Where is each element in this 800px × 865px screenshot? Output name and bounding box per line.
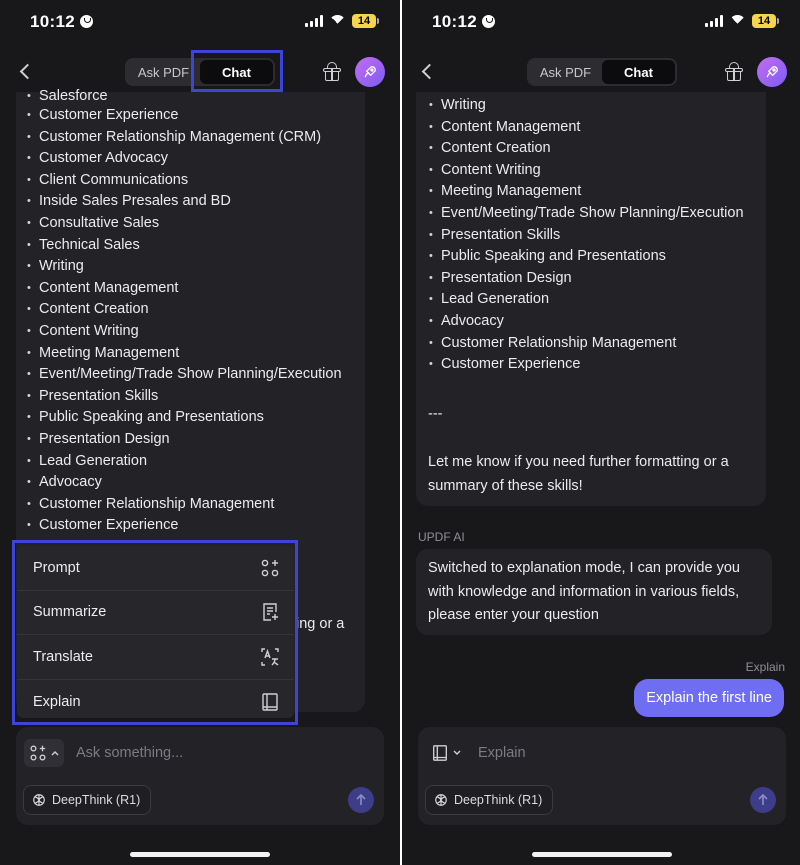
list-item: Presentation Design bbox=[27, 429, 364, 451]
gift-icon[interactable] bbox=[322, 62, 342, 82]
mode-selector-button[interactable] bbox=[24, 739, 64, 767]
brain-icon bbox=[33, 794, 45, 806]
arrow-up-icon bbox=[758, 794, 768, 805]
ai-sender-label: UPDF AI bbox=[418, 530, 465, 544]
rocket-icon[interactable] bbox=[757, 57, 787, 87]
list-item: Lead Generation bbox=[429, 289, 744, 311]
battery-icon: 14 bbox=[352, 14, 379, 28]
deepthink-button[interactable]: DeepThink (R1) bbox=[23, 785, 152, 815]
list-item: Content Management bbox=[429, 117, 744, 139]
closing-message: Let me know if you need further formatti… bbox=[428, 454, 729, 494]
list-item: Salesforce bbox=[27, 87, 364, 105]
book-icon bbox=[433, 745, 447, 761]
rocket-icon[interactable] bbox=[355, 57, 385, 87]
deepthink-label: DeepThink (R1) bbox=[454, 793, 543, 807]
home-indicator bbox=[532, 852, 672, 857]
send-button[interactable] bbox=[750, 787, 776, 813]
user-message-bubble: Explain the first line bbox=[634, 679, 784, 717]
chevron-down-icon bbox=[453, 750, 461, 755]
deepthink-label: DeepThink (R1) bbox=[52, 793, 141, 807]
deepthink-button[interactable]: DeepThink (R1) bbox=[425, 785, 554, 815]
phone-screen-left: 10:12 14 Ask PDF Chat ing or a Salesforc… bbox=[0, 0, 400, 865]
brain-icon bbox=[435, 794, 447, 806]
nav-bar: Ask PDF Chat bbox=[402, 52, 800, 92]
home-indicator bbox=[130, 852, 270, 857]
tab-chat[interactable]: Chat bbox=[602, 60, 675, 84]
ai-message-text: Switched to explanation mode, I can prov… bbox=[428, 560, 740, 623]
list-item: Customer Experience bbox=[27, 105, 364, 127]
list-item: Content Writing bbox=[27, 321, 364, 343]
chat-input-bar: Ask something... DeepThink (R1) bbox=[16, 727, 384, 825]
list-item: Lead Generation bbox=[27, 451, 364, 473]
menu-highlight bbox=[12, 540, 298, 725]
chat-input-bar: Explain DeepThink (R1) bbox=[418, 727, 786, 825]
list-item: Event/Meeting/Trade Show Planning/Execut… bbox=[27, 364, 364, 386]
ask-input[interactable]: Explain bbox=[478, 745, 526, 761]
list-item: Client Communications bbox=[27, 170, 364, 192]
list-item: Customer Relationship Management bbox=[27, 494, 364, 516]
back-chevron-icon[interactable] bbox=[420, 62, 434, 82]
list-item: Advocacy bbox=[27, 472, 364, 494]
send-button[interactable] bbox=[348, 787, 374, 813]
list-item: Writing bbox=[429, 95, 744, 117]
chat-tab-highlight bbox=[191, 50, 283, 92]
list-item: Event/Meeting/Trade Show Planning/Execut… bbox=[429, 203, 744, 225]
list-item: Inside Sales Presales and BD bbox=[27, 191, 364, 213]
list-item: Presentation Skills bbox=[429, 225, 744, 247]
list-item: Customer Relationship Management bbox=[429, 333, 744, 355]
status-time: 10:12 bbox=[30, 12, 93, 32]
status-icons: 14 bbox=[705, 14, 779, 28]
tab-ask-pdf[interactable]: Ask PDF bbox=[529, 60, 602, 84]
mode-label: Explain bbox=[745, 660, 785, 674]
chevron-up-icon bbox=[51, 751, 59, 756]
focus-moon-icon bbox=[79, 15, 93, 28]
wifi-icon bbox=[329, 15, 346, 28]
status-bar: 10:12 14 bbox=[0, 0, 400, 44]
back-chevron-icon[interactable] bbox=[18, 62, 32, 82]
list-item: Advocacy bbox=[429, 311, 744, 333]
list-item: Customer Relationship Management (CRM) bbox=[27, 127, 364, 149]
list-item: Technical Sales bbox=[27, 235, 364, 257]
battery-icon: 14 bbox=[752, 14, 779, 28]
list-item: Public Speaking and Presentations bbox=[27, 407, 364, 429]
list-item: Presentation Skills bbox=[27, 386, 364, 408]
ai-message-bubble: Switched to explanation mode, I can prov… bbox=[416, 549, 772, 635]
list-item: Writing bbox=[27, 256, 364, 278]
list-item: Public Speaking and Presentations bbox=[429, 246, 744, 268]
response-text-fragment: ing or a bbox=[296, 616, 345, 632]
signal-icon bbox=[705, 15, 723, 27]
signal-icon bbox=[305, 15, 323, 27]
list-item: Customer Advocacy bbox=[27, 148, 364, 170]
phone-screen-right: 10:12 14 Ask PDF Chat Writing Content Ma… bbox=[400, 0, 800, 865]
list-item: Customer Experience bbox=[27, 515, 364, 537]
list-item: Content Management bbox=[27, 278, 364, 300]
list-item: Meeting Management bbox=[27, 343, 364, 365]
status-bar: 10:12 14 bbox=[402, 0, 800, 44]
mode-segmented-control: Ask PDF Chat bbox=[527, 58, 677, 86]
skills-list: Writing Content Management Content Creat… bbox=[429, 95, 744, 376]
list-item: Content Creation bbox=[429, 138, 744, 160]
list-item: Consultative Sales bbox=[27, 213, 364, 235]
arrow-up-icon bbox=[356, 794, 366, 805]
list-item: Content Writing bbox=[429, 160, 744, 182]
ai-response-card: Writing Content Management Content Creat… bbox=[416, 92, 766, 506]
status-icons: 14 bbox=[305, 14, 379, 28]
ask-input[interactable]: Ask something... bbox=[76, 745, 183, 761]
tab-ask-pdf[interactable]: Ask PDF bbox=[127, 60, 200, 84]
separator: --- bbox=[428, 406, 443, 422]
focus-moon-icon bbox=[481, 15, 495, 28]
skills-list: Salesforce Customer Experience Customer … bbox=[27, 87, 364, 537]
list-item: Content Creation bbox=[27, 299, 364, 321]
status-time: 10:12 bbox=[432, 12, 495, 32]
mode-selector-button[interactable] bbox=[426, 739, 466, 767]
prompt-grid-icon bbox=[30, 745, 46, 761]
list-item: Customer Experience bbox=[429, 354, 744, 376]
list-item: Meeting Management bbox=[429, 181, 744, 203]
gift-icon[interactable] bbox=[724, 62, 744, 82]
list-item: Presentation Design bbox=[429, 268, 744, 290]
wifi-icon bbox=[729, 15, 746, 28]
